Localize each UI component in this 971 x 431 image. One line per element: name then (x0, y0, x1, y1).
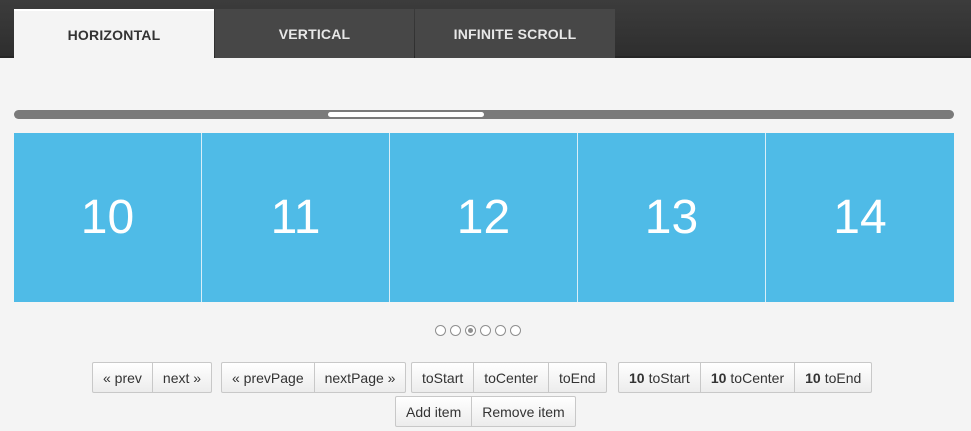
item-edit-group: Add item Remove item (395, 396, 576, 427)
add-item-button[interactable]: Add item (396, 397, 473, 426)
page-nav-group: « prevPage nextPage » (221, 362, 407, 393)
top-bar: HORIZONTAL VERTICAL INFINITE SCROLL (0, 0, 971, 58)
slide-item[interactable]: 11 (202, 133, 390, 302)
tab-horizontal[interactable]: HORIZONTAL (14, 9, 214, 58)
slide-item[interactable]: 12 (390, 133, 578, 302)
prev-page-button[interactable]: « prevPage (222, 363, 315, 392)
prev-button[interactable]: « prev (93, 363, 153, 392)
item-to-center-label: toCenter (730, 369, 785, 386)
to-end-button[interactable]: toEnd (549, 363, 606, 392)
next-button[interactable]: next » (153, 363, 211, 392)
page-dot[interactable] (495, 325, 506, 336)
tab-vertical[interactable]: VERTICAL (215, 9, 414, 58)
next-page-button[interactable]: nextPage » (315, 363, 406, 392)
slide-item[interactable]: 10 (14, 133, 202, 302)
item-nav-group: « prev next » (92, 362, 213, 393)
to-center-button[interactable]: toCenter (474, 363, 549, 392)
item-number-label: 10 (805, 369, 821, 386)
page-dot[interactable] (450, 325, 461, 336)
item-to-start-button[interactable]: 10 toStart (619, 363, 701, 392)
item-number-label: 10 (710, 369, 727, 386)
horizontal-scrollbar[interactable] (14, 110, 954, 119)
item-to-start-label: toStart (648, 369, 690, 386)
page-dot[interactable] (435, 325, 446, 336)
remove-item-button[interactable]: Remove item (472, 397, 574, 426)
page-dot[interactable] (465, 325, 476, 336)
page-indicator (435, 325, 521, 336)
slide-item[interactable]: 14 (766, 133, 954, 302)
item-to-end-button[interactable]: 10 toEnd (795, 363, 871, 392)
slide-item[interactable]: 13 (578, 133, 766, 302)
slides-strip: 10 11 12 13 14 (14, 133, 954, 302)
item-to-center-button[interactable]: 10 toCenter (701, 363, 796, 392)
item-to-end-label: toEnd (824, 369, 862, 386)
item-number-label: 10 (629, 369, 645, 386)
tab-infinite-scroll[interactable]: INFINITE SCROLL (415, 9, 615, 58)
carousel-frame: 10 11 12 13 14 (14, 133, 954, 302)
page-dot[interactable] (510, 325, 521, 336)
position-group: toStart toCenter toEnd (411, 362, 607, 393)
item-position-group: 10 toStart 10 toCenter 10 toEnd (618, 362, 873, 393)
scrollbar-handle[interactable] (328, 112, 484, 117)
page-dot[interactable] (480, 325, 491, 336)
to-start-button[interactable]: toStart (412, 363, 475, 392)
